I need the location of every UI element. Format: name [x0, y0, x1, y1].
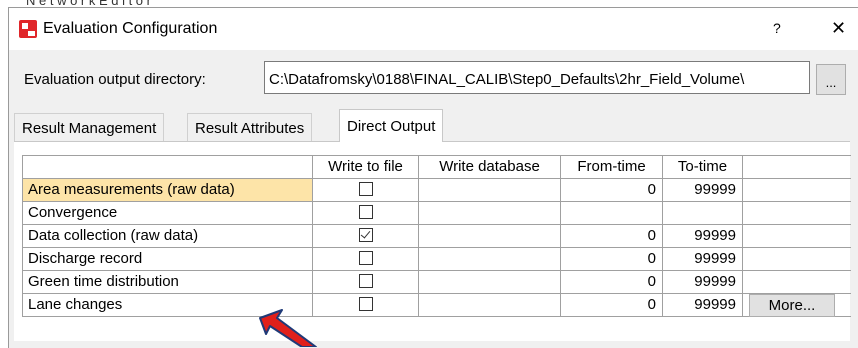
extra-cell [743, 248, 851, 271]
to-time-cell[interactable] [663, 202, 743, 225]
write-to-file-cell[interactable] [313, 294, 419, 317]
extra-cell [743, 225, 851, 248]
direct-output-table: Write to file Write database From-time T… [22, 155, 851, 317]
from-time-cell[interactable]: 0 [561, 248, 663, 271]
column-header-to-time[interactable]: To-time [663, 156, 743, 179]
write-database-cell[interactable] [419, 248, 561, 271]
to-time-cell[interactable]: 99999 [663, 271, 743, 294]
to-time-cell[interactable]: 99999 [663, 248, 743, 271]
table-header-row: Write to file Write database From-time T… [23, 156, 851, 179]
extra-cell: More... [743, 294, 851, 317]
row-name[interactable]: Discharge record [23, 248, 313, 271]
write-database-cell[interactable] [419, 225, 561, 248]
write-to-file-cell[interactable] [313, 179, 419, 202]
write-to-file-checkbox[interactable] [358, 250, 373, 265]
output-directory-field[interactable]: C:\Datafromsky\0188\FINAL_CALIB\Step0_De… [264, 61, 810, 94]
write-to-file-checkbox[interactable] [358, 204, 373, 219]
table-row[interactable]: Discharge record 0 99999 [23, 248, 851, 271]
to-time-cell[interactable]: 99999 [663, 225, 743, 248]
write-to-file-checkbox[interactable] [358, 181, 373, 196]
write-to-file-checkbox[interactable] [358, 227, 373, 242]
from-time-cell[interactable] [561, 202, 663, 225]
table-row[interactable]: Green time distribution 0 99999 [23, 271, 851, 294]
write-database-cell[interactable] [419, 202, 561, 225]
table-row[interactable]: Area measurements (raw data) 0 99999 [23, 179, 851, 202]
extra-cell [743, 202, 851, 225]
from-time-cell[interactable]: 0 [561, 225, 663, 248]
dialog-title: Evaluation Configuration [43, 20, 218, 37]
more-button[interactable]: More... [749, 294, 835, 317]
from-time-cell[interactable]: 0 [561, 271, 663, 294]
extra-cell [743, 179, 851, 202]
tab-direct-output[interactable]: Direct Output [339, 109, 444, 142]
browse-button[interactable]: ... [816, 64, 846, 95]
to-time-cell[interactable]: 99999 [663, 179, 743, 202]
table-row[interactable]: Convergence [23, 202, 851, 225]
from-time-cell[interactable]: 0 [561, 294, 663, 317]
column-header-extra [743, 156, 851, 179]
extra-cell [743, 271, 851, 294]
close-button[interactable]: ✕ [831, 18, 846, 39]
write-database-cell[interactable] [419, 294, 561, 317]
title-bar: Evaluation Configuration ? ✕ [9, 8, 858, 50]
app-logo-icon [19, 20, 37, 38]
write-to-file-cell[interactable] [313, 202, 419, 225]
write-database-cell[interactable] [419, 179, 561, 202]
write-to-file-checkbox[interactable] [358, 296, 373, 311]
write-to-file-cell[interactable] [313, 248, 419, 271]
table-row[interactable]: Data collection (raw data) 0 99999 [23, 225, 851, 248]
red-arrow-annotation [259, 309, 317, 347]
column-header-write-database[interactable]: Write database [419, 156, 561, 179]
row-name[interactable]: Data collection (raw data) [23, 225, 313, 248]
row-name[interactable]: Green time distribution [23, 271, 313, 294]
from-time-cell[interactable]: 0 [561, 179, 663, 202]
column-header-write-to-file[interactable]: Write to file [313, 156, 419, 179]
write-to-file-cell[interactable] [313, 271, 419, 294]
row-name[interactable]: Convergence [23, 202, 313, 225]
to-time-cell[interactable]: 99999 [663, 294, 743, 317]
help-button[interactable]: ? [773, 20, 781, 36]
tab-result-management[interactable]: Result Management [14, 113, 165, 141]
column-header-name [23, 156, 313, 179]
output-directory-value: C:\Datafromsky\0188\FINAL_CALIB\Step0_De… [269, 71, 745, 88]
tab-result-attributes[interactable]: Result Attributes [187, 113, 313, 141]
row-name[interactable]: Area measurements (raw data) [23, 179, 313, 202]
output-directory-label: Evaluation output directory: [24, 71, 206, 88]
write-database-cell[interactable] [419, 271, 561, 294]
table-row[interactable]: Lane changes 0 99999 More... [23, 294, 851, 317]
write-to-file-cell[interactable] [313, 225, 419, 248]
column-header-from-time[interactable]: From-time [561, 156, 663, 179]
write-to-file-checkbox[interactable] [358, 273, 373, 288]
